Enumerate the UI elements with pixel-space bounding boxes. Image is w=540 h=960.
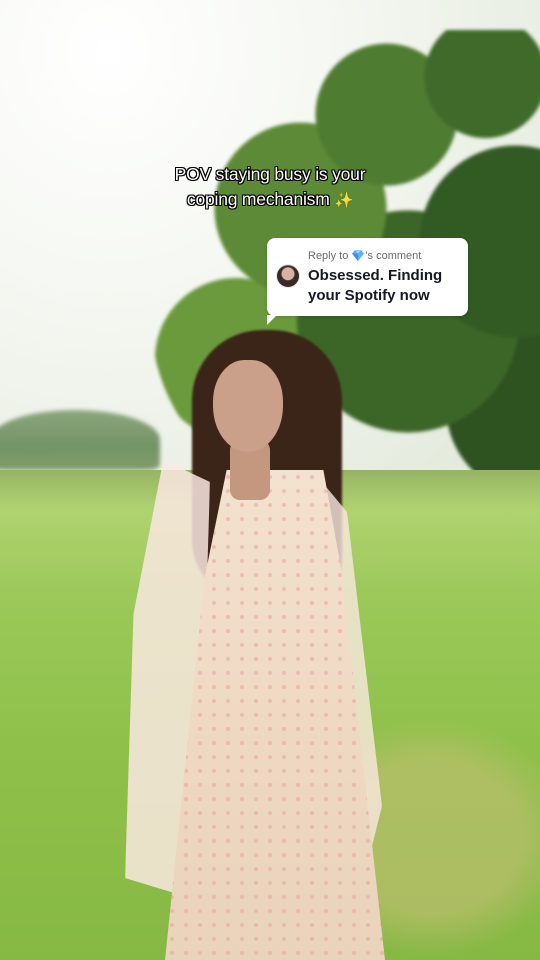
reply-header: Reply to 's comment (308, 250, 421, 262)
caption-line-1: POV staying busy is your (174, 164, 366, 184)
video-subject (0, 0, 540, 960)
video-caption: POV staying busy is your coping mechanis… (0, 162, 540, 213)
reply-prefix: Reply to (308, 250, 349, 262)
caption-line-2-text: coping mechanism (186, 189, 330, 209)
reply-bubble-tail (267, 315, 277, 325)
diamond-icon (352, 250, 365, 261)
caption-line-2: coping mechanism ✨ (0, 187, 540, 213)
sparkle-icon: ✨ (334, 192, 354, 209)
video-screen[interactable]: POV staying busy is your coping mechanis… (0, 0, 540, 960)
reply-suffix: 's comment (365, 250, 422, 262)
avatar[interactable] (276, 264, 300, 288)
reply-comment-text: Obsessed. Finding your Spotify now (308, 267, 443, 304)
subject-face (213, 360, 283, 452)
reply-comment-sticker[interactable]: Reply to 's comment Obsessed. Finding yo… (267, 238, 468, 325)
